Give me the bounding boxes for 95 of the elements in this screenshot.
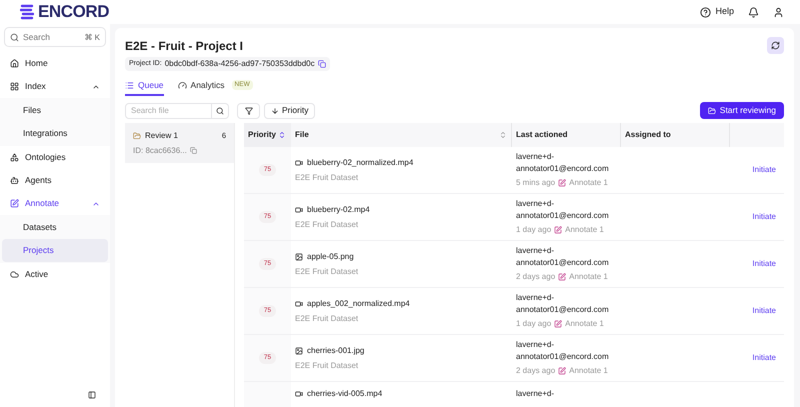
video-icon (295, 206, 303, 214)
logo-text: ENCORD (38, 1, 110, 24)
file-name: apples_002_normalized.mp4 (307, 298, 410, 310)
filter-icon (244, 106, 252, 114)
user-email: laverne+d-annotator01@encord.com (516, 198, 610, 222)
dataset-name: E2E Fruit Dataset (295, 172, 360, 184)
sidebar-item[interactable]: Agents (4, 169, 106, 192)
filter-button[interactable] (237, 102, 260, 118)
stage-label: Annotate 1 (569, 177, 608, 189)
help-button[interactable]: Help (700, 5, 734, 19)
edit-icon (554, 320, 562, 328)
initiate-link[interactable]: Initiate (752, 211, 776, 223)
column-header[interactable]: File (291, 123, 512, 147)
edit-icon (558, 273, 566, 281)
file-name: blueberry-02.mp4 (307, 204, 370, 216)
image-icon (295, 252, 303, 260)
stage-label: Annotate 1 (569, 365, 608, 377)
initiate-link[interactable]: Initiate (752, 164, 776, 176)
initiate-link[interactable]: Initiate (752, 305, 776, 317)
user-email: laverne+d-annotator01@encord.com (516, 292, 610, 316)
nav-icon (10, 153, 19, 162)
folder-icon (133, 132, 141, 140)
file-search-field[interactable]: Search file (125, 102, 212, 118)
sidebar-item[interactable]: Ontologies (4, 146, 106, 169)
copy-icon[interactable] (318, 60, 326, 68)
file-name: apple-05.png (307, 250, 354, 262)
stage-label: Annotate 1 (565, 318, 604, 330)
gauge-icon (178, 80, 187, 90)
user-icon[interactable] (773, 6, 784, 18)
user-email: laverne+d-annotator01@encord.com (516, 151, 610, 175)
file-name: blueberry-02_normalized.mp4 (307, 156, 414, 168)
sort-icon (278, 131, 286, 139)
refresh-icon (771, 41, 780, 50)
stage-name: Review 1 (145, 130, 179, 142)
notifications-icon[interactable] (748, 6, 759, 18)
initiate-link[interactable]: Initiate (752, 352, 776, 364)
sidebar-subitem[interactable]: Files (2, 99, 108, 122)
sidebar-item[interactable]: Home (4, 52, 106, 75)
refresh-button[interactable] (767, 37, 784, 54)
video-icon (295, 390, 303, 398)
search-icon (10, 32, 19, 42)
help-icon (700, 6, 712, 18)
sidebar-item[interactable]: Index (4, 75, 106, 98)
edit-icon (558, 179, 566, 187)
nav-icon (10, 270, 19, 279)
dataset-name: E2E Fruit Dataset (295, 360, 360, 372)
nav-icon (10, 199, 19, 208)
stage-label: Annotate 1 (565, 224, 604, 236)
initiate-link[interactable]: Initiate (752, 258, 776, 270)
start-reviewing-button[interactable]: Start reviewing (700, 102, 784, 119)
sidebar-subitem[interactable]: Integrations (2, 122, 108, 145)
nav-icon (10, 82, 19, 91)
video-icon (295, 158, 303, 166)
user-email: laverne+d-annotator01@encord.com (516, 339, 610, 363)
user-email: laverne+d-annotator01@encord.com (516, 245, 610, 269)
sidebar-subitem[interactable]: Datasets (2, 216, 108, 239)
shortcut-hint: ⌘ K (84, 32, 100, 44)
search-button[interactable] (212, 102, 229, 118)
dataset-name: E2E Fruit Dataset (295, 218, 360, 230)
time-ago: 1 day ago (516, 318, 552, 330)
sort-icon (499, 131, 507, 139)
logo-icon (20, 4, 34, 20)
folder-icon (708, 106, 716, 114)
nav-icon (10, 59, 19, 68)
search-icon (216, 106, 224, 114)
time-ago: 5 mins ago (516, 177, 556, 189)
column-header[interactable]: Priority (244, 123, 291, 147)
collapse-sidebar-icon[interactable] (88, 391, 96, 399)
arrow-down-icon (271, 106, 279, 114)
stage-label: Annotate 1 (569, 271, 608, 283)
time-ago: 2 days ago (516, 271, 556, 283)
tab[interactable]: Queue (125, 76, 164, 96)
time-ago: 1 day ago (516, 224, 552, 236)
sidebar-item[interactable]: Annotate (4, 192, 106, 215)
file-name: cherries-001.jpg (307, 344, 364, 356)
sort-button[interactable]: Priority (264, 102, 316, 118)
project-title: E2E - Fruit - Project I (125, 38, 244, 55)
stage-id: ID: 8cac6636... (133, 144, 187, 156)
edit-icon (554, 226, 562, 234)
user-email: laverne+d- (516, 388, 556, 400)
image-icon (295, 346, 303, 354)
sidebar-subitem[interactable]: Projects (2, 239, 108, 262)
nav-icon (10, 176, 19, 185)
sidebar-item[interactable]: Active (4, 263, 106, 286)
project-id: 0bdc0bdf-638a-4256-ad97-750353ddbd0c (164, 58, 315, 70)
column-header: Assigned to (621, 123, 730, 147)
video-icon (295, 300, 303, 308)
list-icon (125, 80, 134, 90)
dataset-name: E2E Fruit Dataset (295, 312, 360, 324)
file-name: cherries-vid-005.mp4 (307, 388, 382, 400)
copy-icon[interactable] (190, 147, 197, 154)
edit-icon (558, 367, 566, 375)
dataset-name: E2E Fruit Dataset (295, 266, 360, 278)
time-ago: 2 days ago (516, 365, 556, 377)
column-header: Last actioned (512, 123, 621, 147)
